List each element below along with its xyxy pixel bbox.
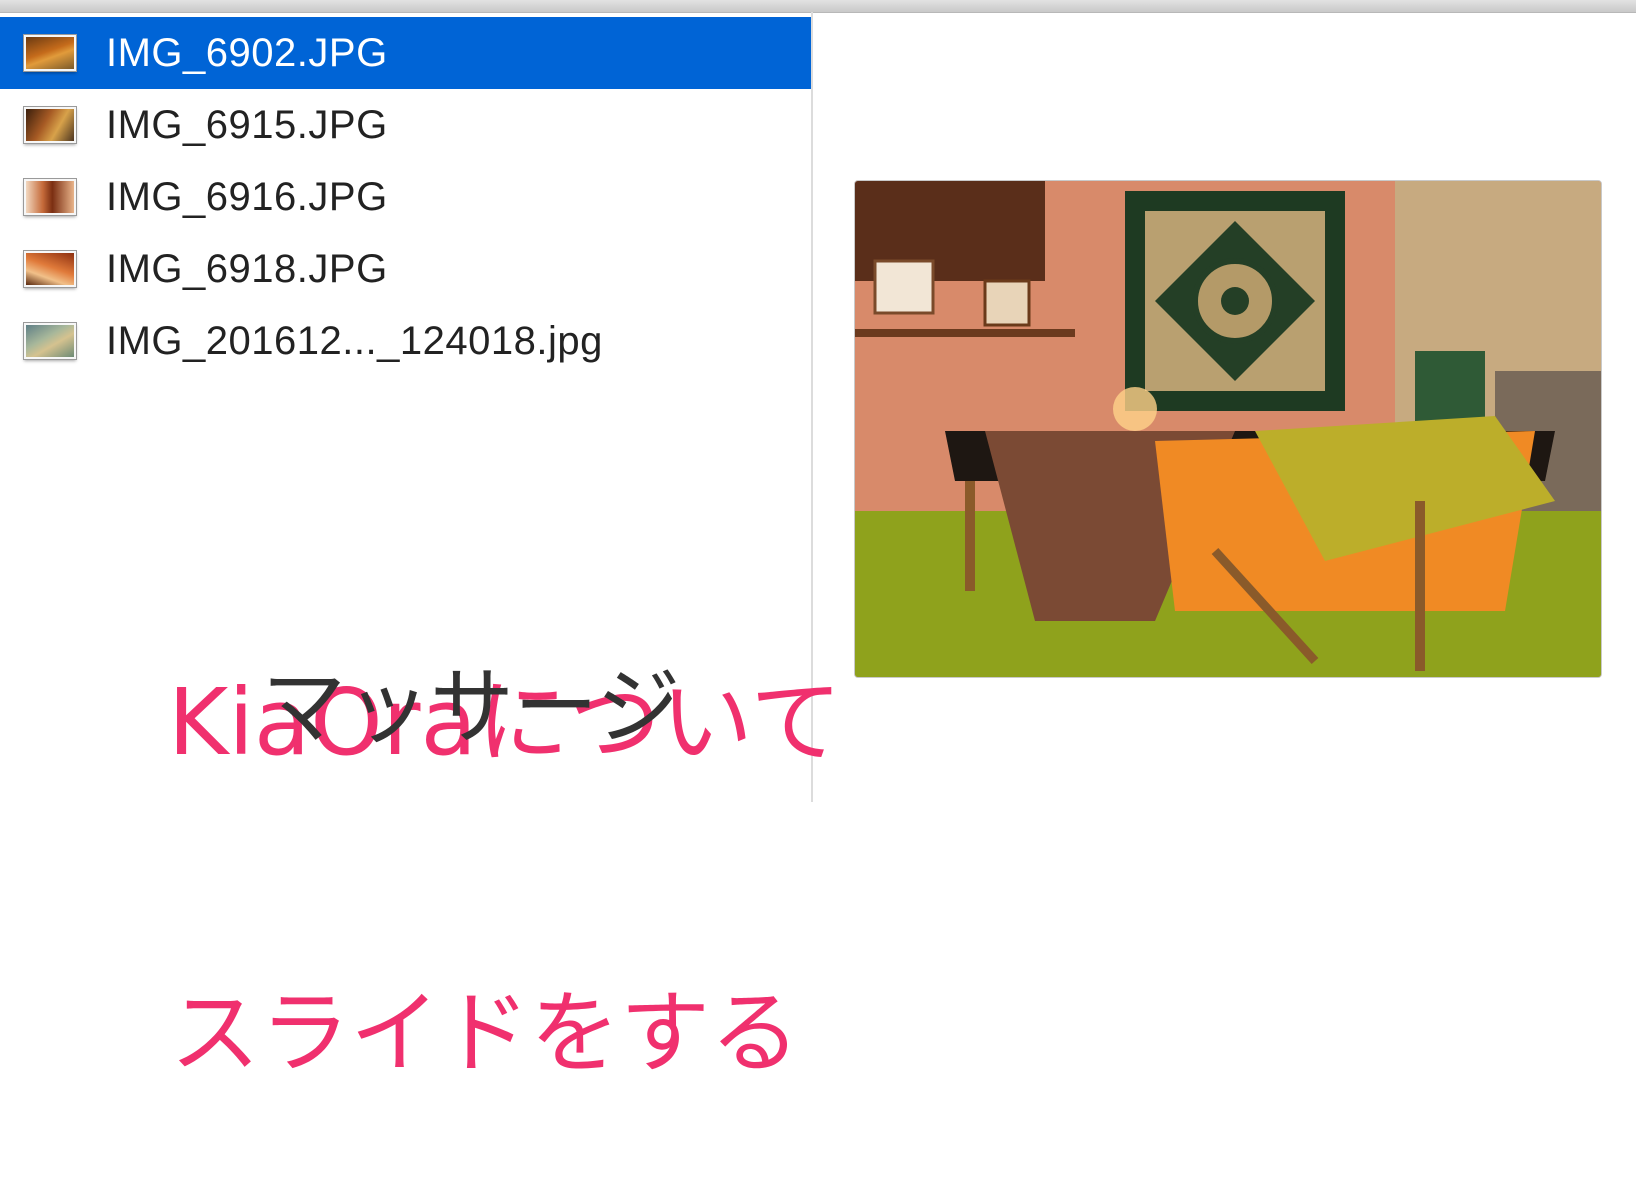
file-row[interactable]: IMG_6916.JPG — [0, 161, 811, 233]
image-thumbnail-icon — [24, 107, 76, 143]
image-thumbnail-icon — [24, 251, 76, 287]
file-name: IMG_6902.JPG — [106, 30, 388, 75]
image-thumbnail-icon — [24, 35, 76, 71]
file-row[interactable]: IMG_6918.JPG — [0, 233, 811, 305]
image-thumbnail-icon — [24, 323, 76, 359]
file-row[interactable]: IMG_6902.JPG — [0, 17, 811, 89]
file-name: IMG_6915.JPG — [106, 102, 388, 147]
window-top-edge — [0, 0, 1636, 13]
file-name: IMG_201612..._124018.jpg — [106, 318, 603, 363]
file-row[interactable]: IMG_201612..._124018.jpg — [0, 305, 811, 377]
image-thumbnail-icon — [24, 179, 76, 215]
file-name: IMG_6916.JPG — [106, 174, 388, 219]
file-row[interactable]: IMG_6915.JPG — [0, 89, 811, 161]
massage-caption: マッサージ — [262, 658, 681, 756]
file-list: IMG_6902.JPG IMG_6915.JPG IMG_6916.JPG I… — [0, 17, 811, 377]
preview-photo — [855, 181, 1601, 677]
image-preview — [854, 180, 1602, 678]
slide-caption: スライドをする — [170, 981, 800, 1086]
file-name: IMG_6918.JPG — [106, 246, 388, 291]
